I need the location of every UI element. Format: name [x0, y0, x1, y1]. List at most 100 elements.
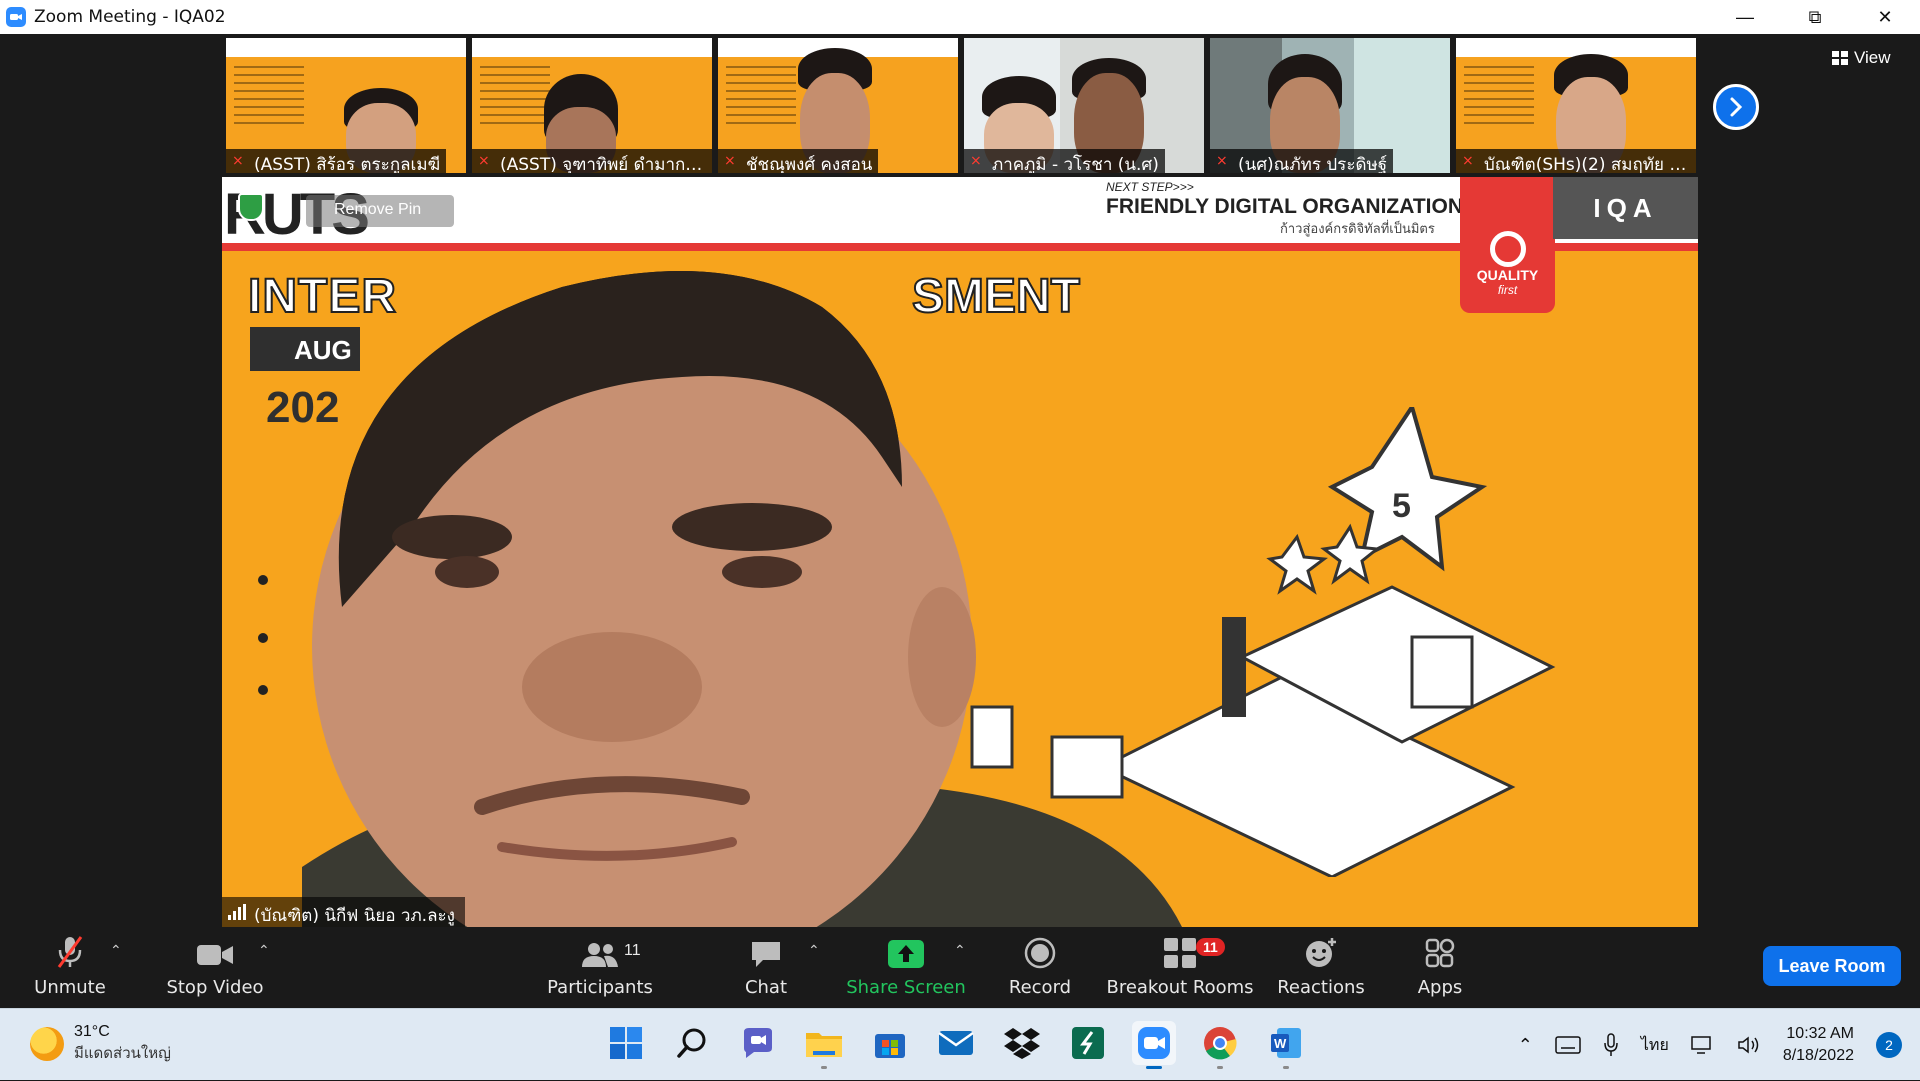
restore-button[interactable]: ⧉ [1780, 0, 1850, 34]
participants-label: Participants [547, 977, 653, 998]
quality-q-icon [1490, 231, 1526, 267]
tagline-thai-text: ก้าวสู่องค์กรดิจิทัลที่เป็นมิตร [1280, 222, 1435, 237]
close-button[interactable]: ✕ [1850, 0, 1920, 34]
video-camera-icon [197, 945, 233, 965]
input-language[interactable]: ไทย [1641, 1033, 1669, 1058]
word-icon[interactable]: W [1264, 1021, 1308, 1069]
zoom-app-icon [6, 7, 26, 27]
participant-name: ชัชณุพงศ์ คงสอน [718, 149, 879, 173]
clock-date: 8/18/2022 [1782, 1047, 1854, 1064]
quality-sub-label: first [1497, 283, 1518, 297]
apps-button[interactable]: Apps [1410, 930, 1470, 1008]
unmute-label: Unmute [34, 977, 106, 998]
view-label: View [1854, 48, 1891, 67]
svg-text:W: W [1274, 1036, 1287, 1051]
weather-widget[interactable]: 31°C มีแดดส่วนใหญ่ [30, 1023, 171, 1065]
participant-tile[interactable]: ⨯ ชัชณุพงศ์ คงสอน [718, 38, 958, 173]
chrome-icon[interactable] [1198, 1021, 1242, 1069]
participant-tile[interactable]: ⨯ (ASST) สิร้อร ตระกูลเมฆี [226, 38, 466, 173]
participant-tile[interactable]: ⨯ (นศ)ณภัทร ประดิษฐ์ [1210, 38, 1450, 173]
system-tray: ⌃ ไทย 10:32 AM 8/18/2022 2 [1518, 1009, 1920, 1081]
participant-name: (ASST) สิร้อร ตระกูลเมฆี [226, 149, 447, 173]
next-step-text: NEXT STEP>>> [1106, 180, 1194, 194]
muted-mic-icon: ⨯ [232, 152, 244, 168]
share-screen-label: Share Screen [846, 977, 966, 998]
muted-mic-icon: ⨯ [1462, 152, 1474, 168]
stop-video-label: Stop Video [166, 977, 264, 998]
window-title: Zoom Meeting - IQA02 [34, 7, 226, 27]
next-page-button[interactable] [1713, 84, 1759, 130]
microphone-muted-icon [57, 936, 83, 968]
keyboard-icon[interactable] [1555, 1036, 1581, 1054]
chat-options-caret[interactable]: ⌃ [808, 942, 820, 959]
muted-mic-icon: ⨯ [970, 152, 982, 168]
start-icon[interactable] [604, 1021, 648, 1065]
sunny-weather-icon [30, 1027, 64, 1061]
reactions-label: Reactions [1277, 977, 1365, 998]
notification-count-badge[interactable]: 2 [1876, 1032, 1902, 1058]
participants-count: 11 [624, 942, 641, 959]
microsoft-store-icon[interactable] [868, 1021, 912, 1065]
breakout-rooms-label: Breakout Rooms [1106, 977, 1254, 998]
share-screen-icon [888, 940, 924, 968]
apps-label: Apps [1417, 977, 1463, 998]
smiley-plus-icon [1306, 938, 1336, 967]
stop-video-button[interactable]: Stop Video [160, 930, 270, 1008]
speaker-name-label: (บัณฑิต) นิกีฟ นิยอ วภ.ละงู [222, 897, 465, 927]
breakout-rooms-icon [1164, 938, 1196, 968]
clock[interactable]: 10:32 AM 8/18/2022 [1783, 1023, 1854, 1067]
record-label: Record [1008, 977, 1072, 998]
show-hidden-icons-chevron-icon[interactable]: ⌃ [1518, 1035, 1533, 1056]
chevron-right-icon [1730, 97, 1743, 117]
share-screen-button[interactable]: Share Screen [846, 930, 966, 1008]
dropbox-icon[interactable] [1000, 1021, 1044, 1065]
volume-icon[interactable] [1737, 1035, 1761, 1055]
tagline-text: FRIENDLY DIGITAL ORGANIZATION [1106, 195, 1464, 218]
clock-time: 10:32 AM [1786, 1025, 1854, 1042]
participant-tile[interactable]: ⨯ (ASST) จุฑาทิพย์ ดำมาก ... [472, 38, 712, 173]
view-button[interactable]: View [1832, 48, 1891, 68]
active-speaker-video[interactable]: RUTS Remove Pin NEXT STEP>>> FRIENDLY DI… [222, 177, 1698, 927]
participant-tile[interactable]: ⨯ ภาคภูมิ - วโรชา (น.ศ) [964, 38, 1204, 173]
weather-temperature: 31°C [74, 1023, 110, 1040]
unmute-button[interactable]: Unmute [24, 930, 116, 1008]
app-s-icon[interactable] [1066, 1021, 1110, 1065]
weather-description: มีแดดส่วนใหญ่ [74, 1044, 171, 1062]
share-options-caret[interactable]: ⌃ [954, 942, 966, 959]
record-button[interactable]: Record [1004, 930, 1076, 1008]
zoom-icon[interactable] [1132, 1021, 1176, 1069]
search-icon[interactable] [670, 1021, 714, 1065]
chat-bubble-icon [752, 942, 780, 967]
muted-mic-icon: ⨯ [724, 152, 736, 168]
audio-options-caret[interactable]: ⌃ [110, 942, 122, 959]
file-explorer-icon[interactable] [802, 1021, 846, 1069]
quality-label: QUALITY [1476, 267, 1539, 283]
leave-room-button[interactable]: Leave Room [1763, 946, 1901, 986]
participant-name: (ASST) จุฑาทิพย์ ดำมาก ... [472, 149, 712, 173]
minimize-button[interactable]: — [1710, 0, 1780, 34]
grid-view-icon [1832, 51, 1848, 65]
muted-mic-icon: ⨯ [478, 152, 490, 168]
quality-first-badge: QUALITY first [1460, 177, 1555, 313]
meeting-toolbar: Unmute ⌃ Stop Video ⌃ Participants 11 Ch… [0, 930, 1920, 1008]
video-options-caret[interactable]: ⌃ [258, 942, 270, 959]
remove-pin-button[interactable]: Remove Pin [306, 195, 454, 227]
svg-text:5: 5 [1392, 487, 1411, 525]
meeting-area: ⨯ (ASST) สิร้อร ตระกูลเมฆี ⨯ (ASST) จุฑา… [0, 34, 1920, 930]
participant-strip: ⨯ (ASST) สิร้อร ตระกูลเมฆี ⨯ (ASST) จุฑา… [226, 38, 1696, 173]
speaker-name: (บัณฑิต) นิกีฟ นิยอ วภ.ละงู [254, 906, 455, 926]
mail-icon[interactable] [934, 1021, 978, 1065]
chat-button[interactable]: Chat [736, 930, 796, 1008]
participant-name: ภาคภูมิ - วโรชา (น.ศ) [964, 149, 1165, 173]
reactions-button[interactable]: Reactions [1277, 930, 1365, 1008]
breakout-rooms-button[interactable]: Breakout Rooms [1106, 930, 1254, 1008]
participants-icon [582, 943, 618, 967]
microphone-icon[interactable] [1603, 1033, 1619, 1057]
security-shield-icon [238, 193, 264, 221]
teams-chat-icon[interactable] [736, 1021, 780, 1065]
participant-name: บัณฑิต(SHs)(2) สมฤทัย อิ... [1456, 149, 1696, 173]
breakout-rooms-badge: 11 [1196, 938, 1225, 956]
iqa-logo: IQA [1553, 177, 1698, 239]
participant-tile[interactable]: ⨯ บัณฑิต(SHs)(2) สมฤทัย อิ... [1456, 38, 1696, 173]
network-icon[interactable] [1691, 1035, 1715, 1055]
